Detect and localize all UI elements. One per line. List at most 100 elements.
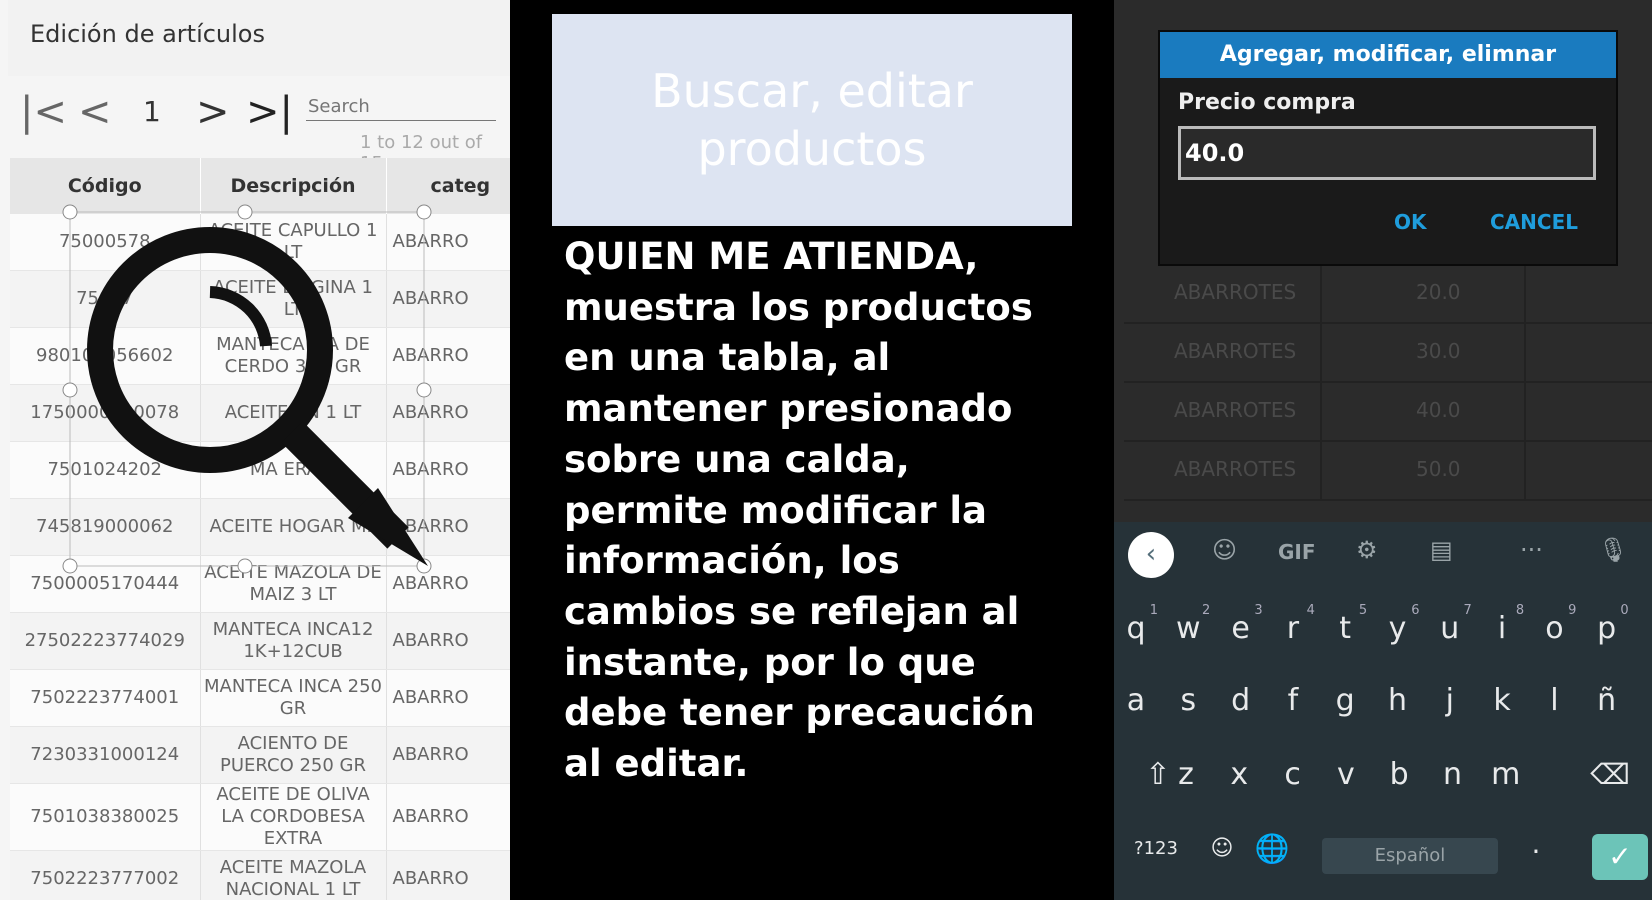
space-key[interactable]: Español bbox=[1322, 838, 1498, 874]
key-a[interactable]: a bbox=[1114, 666, 1162, 736]
key-label: y bbox=[1388, 611, 1407, 646]
globe-icon[interactable]: 🌐 bbox=[1246, 774, 1298, 865]
key-number-hint: 0 bbox=[1620, 603, 1629, 618]
key-label: b bbox=[1389, 757, 1409, 792]
cell-category[interactable]: ABARRO bbox=[386, 612, 510, 670]
key-label: h bbox=[1387, 683, 1407, 718]
cell-code[interactable]: 7502223774001 bbox=[10, 669, 201, 727]
cell-category[interactable]: ABARRO bbox=[386, 850, 510, 900]
column-separator bbox=[1524, 439, 1526, 499]
background-cell-value: 30.0 bbox=[1416, 339, 1461, 363]
cell-category[interactable]: ABARRO bbox=[386, 669, 510, 727]
more-button[interactable]: ··· bbox=[1520, 536, 1543, 564]
background-cell-category: ABARROTES bbox=[1174, 280, 1297, 304]
key-label: k bbox=[1493, 683, 1511, 718]
table-row[interactable]: 7501038380025 ACEITE DE OLIVA LA CORDOBES… bbox=[10, 783, 510, 851]
key-k[interactable]: k bbox=[1476, 666, 1528, 736]
background-row: ABARROTES 30.0 bbox=[1124, 321, 1652, 383]
next-page-button[interactable]: > bbox=[196, 92, 230, 132]
key-label: r bbox=[1286, 611, 1300, 646]
key-s[interactable]: s bbox=[1162, 666, 1214, 736]
search-input[interactable] bbox=[306, 92, 496, 121]
sticker-icon[interactable]: ☺ bbox=[1212, 536, 1237, 564]
background-cell-category: ABARROTES bbox=[1174, 457, 1297, 481]
microphone-icon[interactable]: 🎙 bbox=[1598, 536, 1628, 564]
key-v[interactable]: v bbox=[1320, 740, 1372, 810]
period-key[interactable]: . bbox=[1510, 774, 1562, 860]
last-page-button[interactable]: >| bbox=[246, 92, 293, 132]
table-row[interactable]: 7230331000124 ACIENTO DE PUERCO 250 GR ABA… bbox=[10, 726, 510, 784]
table-row[interactable]: 7502223777002 ACEITE MAZOLA NACIONAL 1 LT… bbox=[10, 850, 510, 900]
page-title: Edición de artículos bbox=[30, 20, 265, 48]
key-number-hint: 2 bbox=[1202, 603, 1211, 618]
key-i[interactable]: i8 bbox=[1476, 594, 1528, 664]
price-input[interactable] bbox=[1178, 126, 1596, 180]
hero-box: Buscar, editar productos bbox=[552, 14, 1072, 226]
key-number-hint: 5 bbox=[1358, 603, 1368, 618]
key-label: t bbox=[1339, 611, 1352, 646]
chevron-left-icon[interactable]: ‹ bbox=[1128, 532, 1174, 578]
column-separator bbox=[1320, 321, 1322, 381]
key-label: v bbox=[1337, 757, 1355, 792]
prev-page-button[interactable]: < bbox=[78, 92, 112, 132]
key-q[interactable]: q1 bbox=[1114, 594, 1162, 664]
cell-code[interactable]: 27502223774029 bbox=[10, 612, 201, 670]
cell-description[interactable]: ACIENTO DE PUERCO 250 GR bbox=[200, 726, 387, 784]
cell-category[interactable]: ABARRO bbox=[386, 783, 510, 851]
key-t[interactable]: t5 bbox=[1319, 594, 1371, 664]
gif-button[interactable]: GIF bbox=[1278, 540, 1316, 564]
keyboard-toolbar: ‹ ☺ GIF ⚙ ▤ ··· 🎙 bbox=[1114, 522, 1652, 582]
key-number-hint: 8 bbox=[1515, 603, 1525, 618]
cell-description[interactable]: ACEITE MAZOLA NACIONAL 1 LT bbox=[200, 850, 387, 900]
key-n[interactable]: n bbox=[1427, 740, 1479, 810]
edit-dialog: Agregar, modificar, elimnar Precio compr… bbox=[1158, 30, 1618, 266]
ok-button[interactable]: OK bbox=[1394, 210, 1427, 234]
key-y[interactable]: y6 bbox=[1372, 594, 1424, 664]
cell-category[interactable]: ABARRO bbox=[386, 726, 510, 784]
key-ñ[interactable]: ñ bbox=[1581, 666, 1633, 736]
cell-description[interactable]: MANTECA INCA12 1K+12CUB bbox=[200, 612, 387, 670]
key-label: w bbox=[1176, 611, 1201, 646]
background-cell-value: 20.0 bbox=[1416, 280, 1461, 304]
key-e[interactable]: e3 bbox=[1215, 594, 1267, 664]
key-l[interactable]: l bbox=[1528, 666, 1580, 736]
key-o[interactable]: o9 bbox=[1528, 594, 1580, 664]
gear-icon[interactable]: ⚙ bbox=[1356, 536, 1378, 564]
cell-code[interactable]: 7502223777002 bbox=[10, 850, 201, 900]
description-text: QUIEN ME ATIENDA, muestra los productos … bbox=[564, 235, 1035, 786]
enter-key[interactable]: ✓ bbox=[1592, 834, 1648, 880]
column-separator bbox=[1320, 439, 1322, 499]
symbols-key[interactable]: ?123 bbox=[1126, 774, 1186, 859]
key-w[interactable]: w2 bbox=[1162, 594, 1214, 664]
cell-description[interactable]: MANTECA INCA 250 GR bbox=[200, 669, 387, 727]
key-p[interactable]: p0 bbox=[1581, 594, 1633, 664]
translate-icon[interactable]: ▤ bbox=[1430, 536, 1453, 564]
key-label: ñ bbox=[1597, 683, 1617, 718]
key-r[interactable]: r4 bbox=[1267, 594, 1319, 664]
key-number-hint: 1 bbox=[1149, 603, 1158, 618]
first-page-button[interactable]: |< bbox=[20, 92, 67, 132]
key-b[interactable]: b bbox=[1373, 740, 1425, 810]
emoji-key[interactable]: ☺ bbox=[1196, 774, 1248, 861]
key-number-hint: 9 bbox=[1568, 603, 1577, 618]
key-h[interactable]: h bbox=[1372, 666, 1424, 736]
key-label: e bbox=[1231, 611, 1250, 646]
key-label: i bbox=[1497, 611, 1507, 646]
key-j[interactable]: j bbox=[1424, 666, 1476, 736]
cancel-button[interactable]: CANCEL bbox=[1490, 210, 1578, 234]
column-separator bbox=[1524, 321, 1526, 381]
backspace-icon[interactable]: ⌫ bbox=[1584, 740, 1636, 810]
key-g[interactable]: g bbox=[1319, 666, 1371, 736]
cell-description[interactable]: ACEITE DE OLIVA LA CORDOBESA EXTRA bbox=[200, 783, 387, 851]
table-row[interactable]: 7502223774001 MANTECA INCA 250 GR ABARRO bbox=[10, 669, 510, 727]
key-number-hint: 4 bbox=[1306, 603, 1315, 618]
middle-description-panel: Buscar, editar productos QUIEN ME ATIEND… bbox=[510, 0, 1114, 900]
table-row[interactable]: 27502223774029 MANTECA INCA12 1K+12CUB ABA… bbox=[10, 612, 510, 670]
key-f[interactable]: f bbox=[1267, 666, 1319, 736]
background-cell-value: 40.0 bbox=[1416, 398, 1461, 422]
cell-code[interactable]: 7230331000124 bbox=[10, 726, 201, 784]
cell-code[interactable]: 7501038380025 bbox=[10, 783, 201, 851]
key-label: d bbox=[1231, 683, 1251, 718]
key-d[interactable]: d bbox=[1215, 666, 1267, 736]
key-u[interactable]: u7 bbox=[1424, 594, 1476, 664]
